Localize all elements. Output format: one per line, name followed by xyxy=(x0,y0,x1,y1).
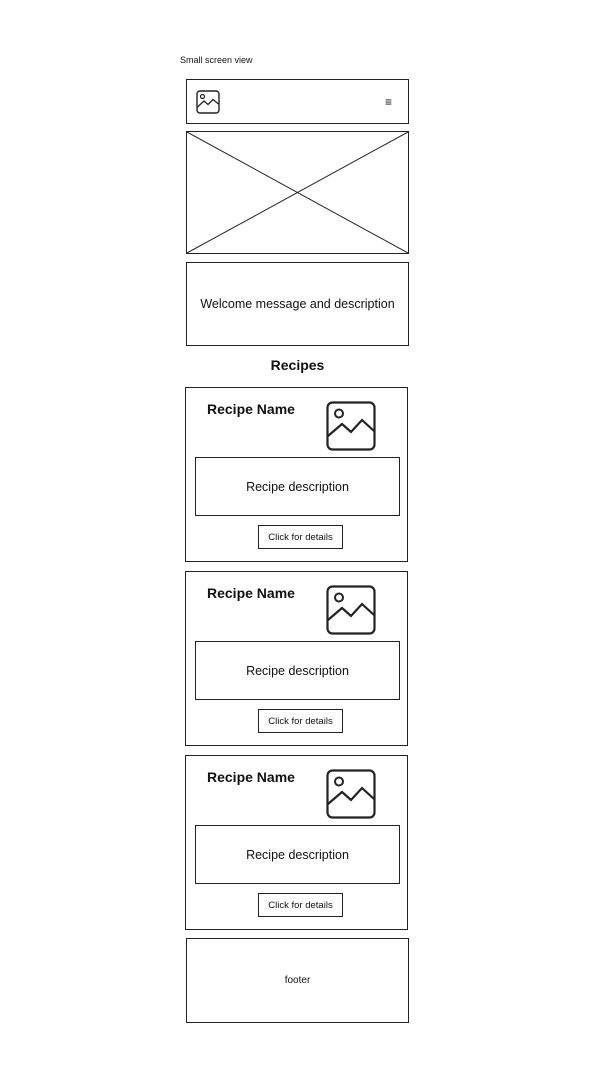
recipe-card: Recipe Name Recipe description Click for… xyxy=(185,755,408,930)
recipe-description: Recipe description xyxy=(195,457,400,516)
details-button[interactable]: Click for details xyxy=(258,893,343,917)
recipe-name: Recipe Name xyxy=(207,585,295,601)
recipe-description-text: Recipe description xyxy=(246,847,349,862)
recipe-description: Recipe description xyxy=(195,641,400,700)
image-placeholder-icon[interactable] xyxy=(196,90,220,114)
header-bar: ≡ xyxy=(186,79,409,124)
recipe-description: Recipe description xyxy=(195,825,400,884)
recipe-description-text: Recipe description xyxy=(246,663,349,678)
recipe-card: Recipe Name Recipe description Click for… xyxy=(185,571,408,746)
recipe-name: Recipe Name xyxy=(207,401,295,417)
welcome-section: Welcome message and description xyxy=(186,262,409,346)
image-placeholder-icon xyxy=(326,769,376,819)
details-button[interactable]: Click for details xyxy=(258,525,343,549)
welcome-text: Welcome message and description xyxy=(200,297,395,311)
image-placeholder-icon xyxy=(326,401,376,451)
footer-text: footer xyxy=(284,975,311,986)
details-button[interactable]: Click for details xyxy=(258,709,343,733)
hamburger-menu-icon[interactable]: ≡ xyxy=(385,94,392,110)
recipe-card: Recipe Name Recipe description Click for… xyxy=(185,387,408,562)
view-caption: Small screen view xyxy=(180,55,253,65)
recipes-heading: Recipes xyxy=(270,357,325,373)
image-placeholder-icon xyxy=(326,585,376,635)
recipe-name: Recipe Name xyxy=(207,769,295,785)
footer: footer xyxy=(186,938,409,1023)
hero-image-placeholder xyxy=(186,131,409,254)
recipe-description-text: Recipe description xyxy=(246,479,349,494)
